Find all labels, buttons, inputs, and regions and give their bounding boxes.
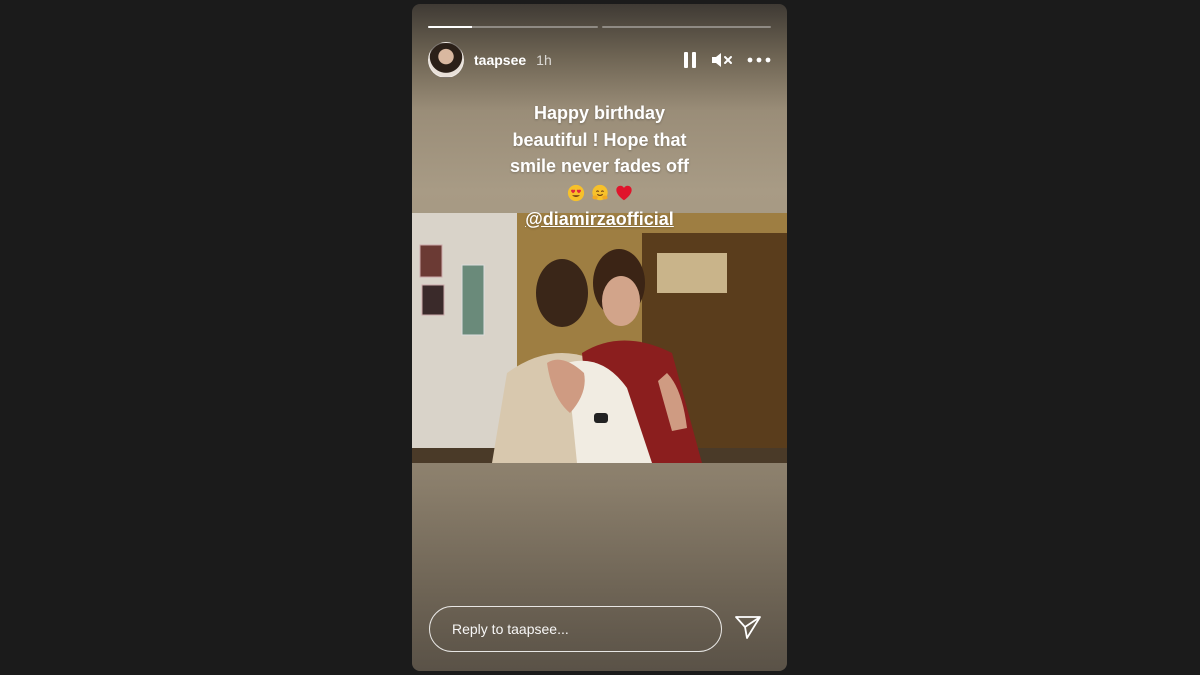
pause-icon[interactable] bbox=[683, 51, 697, 69]
avatar[interactable] bbox=[428, 42, 464, 78]
progress-segment bbox=[601, 26, 771, 28]
red-heart-emoji bbox=[615, 185, 632, 200]
reply-bar bbox=[429, 605, 770, 653]
caption-line: beautiful ! Hope that bbox=[512, 129, 687, 150]
post-time: 1h bbox=[536, 52, 552, 68]
story-caption: Happy birthday beautiful ! Hope that smi… bbox=[412, 100, 787, 232]
username[interactable]: taapsee bbox=[474, 52, 526, 68]
heart-eyes-emoji bbox=[567, 184, 584, 201]
caption-line: smile never fades off bbox=[509, 156, 690, 176]
more-horizontal-icon[interactable] bbox=[747, 57, 771, 63]
reply-input[interactable] bbox=[429, 606, 722, 652]
story-header: taapsee 1h bbox=[428, 42, 771, 78]
progress-fill bbox=[428, 26, 473, 28]
emoji-row bbox=[412, 180, 787, 206]
muted-speaker-icon[interactable] bbox=[711, 51, 733, 69]
story-progress bbox=[428, 26, 771, 28]
hugging-face-emoji bbox=[591, 184, 608, 200]
send-icon[interactable] bbox=[734, 614, 762, 645]
caption-line: Happy birthday bbox=[533, 103, 666, 123]
story-photo bbox=[412, 213, 787, 463]
mention-link[interactable]: @diamirzaofficial bbox=[412, 206, 787, 233]
progress-segment bbox=[428, 26, 598, 28]
story-viewer: taapsee 1h Happy birthday beautiful ! Ho… bbox=[412, 4, 787, 671]
story-controls bbox=[683, 51, 771, 69]
